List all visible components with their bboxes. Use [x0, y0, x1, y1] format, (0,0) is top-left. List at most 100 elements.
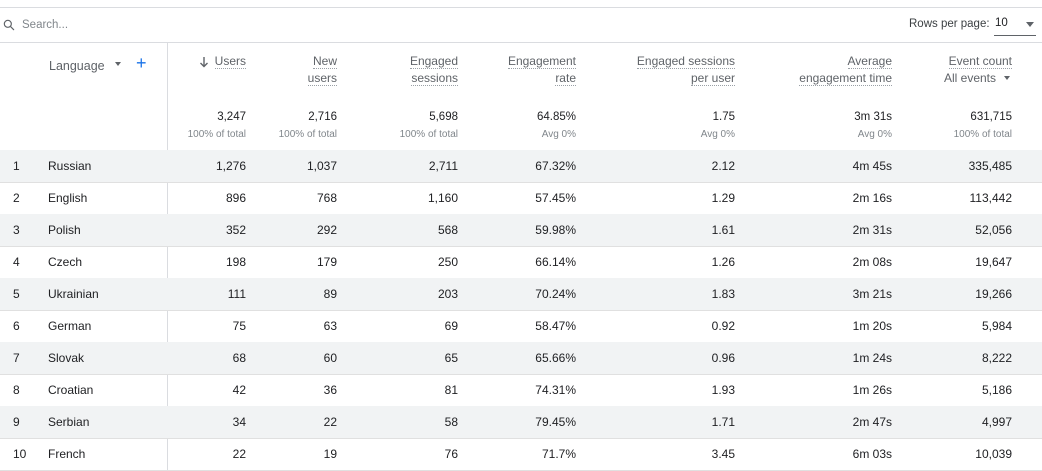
total-value: 64.85%	[536, 111, 576, 123]
total-subtext: 100% of total	[399, 129, 458, 140]
table-toolbar: Rows per page: 10	[0, 8, 1042, 43]
metric-cell: 1.71	[711, 415, 735, 429]
metric-cell: 1,037	[306, 159, 337, 173]
rows-per-page-select[interactable]: 10	[994, 15, 1036, 36]
total-subtext: 100% of total	[953, 129, 1012, 140]
column-header-event-count[interactable]: Event count All events	[944, 53, 1012, 87]
column-header-engagement-rate[interactable]: Engagement rate	[507, 53, 576, 87]
column-header-new-users[interactable]: New users	[307, 53, 337, 87]
total-value: 1.75	[712, 111, 735, 123]
table-row[interactable]: 5 Ukrainian 111 89 203 70.24% 1.83 3m 21s 19,266	[0, 278, 1042, 311]
metric-cell: 60	[323, 351, 337, 365]
add-dimension-button[interactable]: +	[136, 53, 147, 73]
table-row[interactable]: 1 Russian 1,276 1,037 2,711 67.32% 2.12 4m 45s 3…	[0, 150, 1042, 183]
metric-cell: 1.29	[711, 191, 735, 205]
column-total: 3m 31s Avg 0%	[854, 110, 892, 142]
column-total: 64.85% Avg 0%	[537, 110, 576, 142]
table-row[interactable]: 7 Slovak 68 60 65 65.66% 0.96 1m 24s 8,222	[0, 342, 1042, 375]
metric-cell: 89	[323, 287, 337, 301]
language-cell: English	[48, 191, 88, 205]
table-row[interactable]: 4 Czech 198 179 250 66.14% 1.26 2m 08s 19,647	[0, 246, 1042, 279]
column-header-label: per user	[690, 71, 735, 86]
column-header-label: Engagement	[507, 54, 576, 69]
metric-cell: 2m 31s	[852, 223, 892, 237]
row-index: 10	[13, 447, 27, 461]
column-header-label: engagement time	[799, 71, 892, 86]
metric-cell: 10,039	[975, 447, 1012, 461]
language-cell: Serbian	[48, 415, 90, 429]
table-row[interactable]: 3 Polish 352 292 568 59.98% 1.61 2m 31s 52,056	[0, 214, 1042, 247]
metric-cell: 3m 21s	[852, 287, 892, 301]
column-header-label: sessions	[411, 71, 458, 86]
metric-cell: 4,997	[981, 415, 1012, 429]
metric-cell: 52,056	[975, 223, 1012, 237]
metric-cell: 63	[323, 319, 337, 333]
table-row[interactable]: 6 German 75 63 69 58.47% 0.92 1m 20s 5,984	[0, 310, 1042, 343]
metric-cell: 203	[437, 287, 458, 301]
metric-cell: 250	[437, 255, 458, 269]
column-header-label: users	[307, 71, 337, 86]
metric-cell: 71.7%	[541, 447, 576, 461]
dimension-selector[interactable]: Language	[49, 57, 121, 73]
column-header-label: Engaged sessions	[636, 54, 735, 69]
metric-cell: 66.14%	[535, 255, 576, 269]
metric-cell: 111	[227, 287, 246, 301]
language-cell: French	[48, 447, 86, 461]
column-header-users[interactable]: Users	[214, 53, 246, 70]
metric-cell: 59.98%	[535, 223, 576, 237]
metric-cell: 75	[232, 319, 246, 333]
table-row[interactable]: 8 Croatian 42 36 81 74.31% 1.93 1m 26s 5,186	[0, 374, 1042, 407]
metric-cell: 768	[316, 191, 337, 205]
search-input[interactable]	[22, 16, 322, 34]
language-cell: Slovak	[48, 351, 85, 365]
column-header-label: Engaged	[409, 54, 458, 69]
metric-cell: 5,984	[981, 319, 1012, 333]
column-header-avg-engagement-time[interactable]: Average engagement time	[799, 53, 892, 87]
row-index: 3	[13, 223, 20, 237]
metric-cell: 6m 03s	[852, 447, 892, 461]
arrow-down-icon[interactable]	[199, 56, 209, 68]
table-row[interactable]: 2 English 896 768 1,160 57.45% 1.29 2m 16s 113,4…	[0, 182, 1042, 215]
column-total: 5,698 100% of total	[400, 110, 458, 142]
metric-cell: 76	[444, 447, 458, 461]
column-header-label: Users	[214, 54, 246, 69]
row-index: 6	[13, 319, 20, 333]
metric-cell: 335,485	[968, 159, 1012, 173]
metric-cell: 19,266	[975, 287, 1012, 301]
metric-cell: 65	[444, 351, 458, 365]
table-row[interactable]: 9 Serbian 34 22 58 79.45% 1.71 2m 47s 4,997	[0, 406, 1042, 439]
total-subtext: 100% of total	[187, 129, 246, 140]
metric-cell: 3.45	[711, 447, 735, 461]
metric-cell: 36	[323, 383, 337, 397]
metric-cell: 1,160	[427, 191, 458, 205]
total-subtext: 100% of total	[278, 129, 337, 140]
metric-cell: 34	[232, 415, 246, 429]
language-cell: Russian	[48, 159, 92, 173]
search-icon	[3, 19, 15, 31]
column-header-engaged-sessions[interactable]: Engaged sessions	[409, 53, 458, 87]
row-index: 7	[13, 351, 20, 365]
language-cell: Ukrainian	[48, 287, 99, 301]
column-header-label: Event count	[948, 54, 1012, 69]
total-subtext: Avg 0%	[857, 129, 892, 140]
metric-cell: 68	[232, 351, 246, 365]
column-header-label: rate	[555, 71, 576, 86]
caret-down-icon	[1004, 76, 1010, 80]
metric-cell: 42	[232, 383, 246, 397]
event-filter-select[interactable]: All events	[943, 70, 1010, 87]
table-row[interactable]: 10 French 22 19 76 71.7% 3.45 6m 03s 10,039	[0, 438, 1042, 471]
metric-cell: 1m 24s	[852, 351, 892, 365]
metric-cell: 2,711	[428, 159, 458, 173]
metric-cell: 2m 47s	[852, 415, 892, 429]
metric-cell: 292	[316, 223, 337, 237]
metric-cell: 0.92	[711, 319, 735, 333]
column-header-engaged-per-user[interactable]: Engaged sessions per user	[636, 53, 735, 87]
total-value: 631,715	[970, 111, 1012, 123]
total-value: 3,247	[217, 111, 246, 123]
event-filter-value: All events	[943, 71, 996, 85]
row-index: 8	[13, 383, 20, 397]
caret-down-icon	[115, 62, 121, 66]
column-header-label: Average	[847, 54, 892, 69]
total-subtext: Avg 0%	[700, 129, 735, 140]
metric-cell: 57.45%	[535, 191, 576, 205]
